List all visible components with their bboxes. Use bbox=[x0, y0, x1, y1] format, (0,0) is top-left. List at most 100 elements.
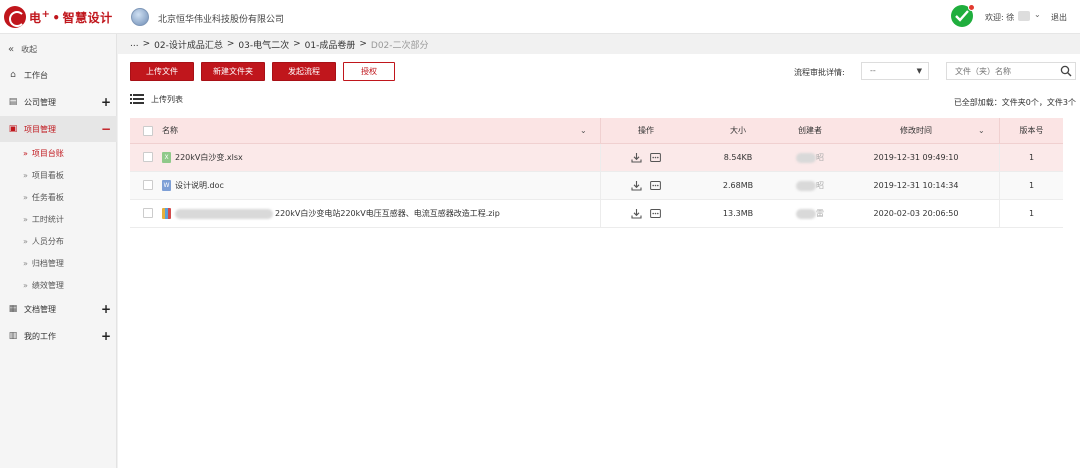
sidebar-sub-label: 项目看板 bbox=[31, 170, 64, 180]
logo-main: 电 bbox=[29, 10, 42, 25]
more-icon[interactable] bbox=[650, 152, 661, 163]
breadcrumb-sep: > bbox=[359, 39, 367, 49]
chevron-right-icon: » bbox=[23, 170, 28, 180]
sidebar-sub-label: 项目台账 bbox=[31, 148, 64, 158]
modified-time: 2020-02-03 20:06:50 bbox=[873, 209, 959, 218]
row-checkbox[interactable] bbox=[143, 152, 153, 162]
sidebar-sub-staff[interactable]: » 人员分布 bbox=[0, 230, 117, 252]
logout-link[interactable]: 退出 bbox=[1051, 12, 1067, 23]
search-icon[interactable] bbox=[1060, 65, 1072, 77]
row-checkbox[interactable] bbox=[143, 208, 153, 218]
creator: 昭 bbox=[784, 144, 836, 171]
sidebar-sub-label: 绩效管理 bbox=[31, 280, 64, 290]
file-size: 2.68MB bbox=[722, 181, 754, 190]
chevron-down-icon[interactable]: ⌄ bbox=[580, 126, 587, 135]
sidebar-item-workbench[interactable]: ⌂ 工作台 bbox=[0, 62, 117, 88]
start-flow-button[interactable]: 发起流程 bbox=[272, 62, 336, 81]
file-size: 13.3MB bbox=[722, 209, 754, 218]
header-modified[interactable]: 修改时间 bbox=[836, 118, 996, 143]
caret-down-icon: ▼ bbox=[916, 67, 922, 75]
document-icon: ▦ bbox=[8, 304, 18, 314]
logo-mark-icon bbox=[4, 6, 26, 28]
creator-tail: 昭 bbox=[816, 153, 824, 162]
breadcrumb-sep: > bbox=[293, 39, 301, 49]
version: 1 bbox=[1028, 153, 1035, 162]
chevron-right-icon: » bbox=[23, 280, 28, 290]
double-chevron-left-icon: « bbox=[8, 43, 15, 55]
sidebar-item-my-work[interactable]: ▥ 我的工作 + bbox=[0, 323, 117, 349]
upload-list-title: 上传列表 bbox=[151, 95, 183, 104]
archive-file-icon bbox=[162, 208, 171, 219]
creator-tail: 昭 bbox=[816, 181, 824, 190]
sidebar-sub-project-board[interactable]: » 项目看板 bbox=[0, 164, 117, 186]
logo-dot: • bbox=[52, 10, 61, 25]
table-header: 名称 ⌄ 操作 大小 创建者 修改时间 ⌄ 版本号 bbox=[130, 118, 1063, 144]
sidebar-sub-archive[interactable]: » 归档管理 bbox=[0, 252, 117, 274]
sidebar-item-label: 公司管理 bbox=[24, 97, 56, 107]
check-status-icon[interactable] bbox=[951, 4, 975, 27]
upload-file-button[interactable]: 上传文件 bbox=[130, 62, 194, 81]
sidebar-sub-performance[interactable]: » 绩效管理 bbox=[0, 274, 117, 296]
sidebar-sub-hours[interactable]: » 工时统计 bbox=[0, 208, 117, 230]
row-actions bbox=[600, 200, 692, 227]
version: 1 bbox=[1028, 209, 1035, 218]
header-name[interactable]: 名称 bbox=[162, 118, 178, 143]
breadcrumb: ... > 02-设计成品汇总 > 03-电气二次 > 01-成品卷册 > D0… bbox=[118, 34, 1080, 54]
sidebar-item-label: 项目管理 bbox=[24, 124, 56, 134]
flow-approval-select[interactable]: -- ▼ bbox=[861, 62, 929, 80]
sidebar-sub-label: 人员分布 bbox=[31, 236, 64, 246]
download-icon[interactable] bbox=[631, 152, 642, 163]
new-folder-button[interactable]: 新建文件夹 bbox=[201, 62, 265, 81]
header-size[interactable]: 大小 bbox=[692, 118, 784, 143]
file-name[interactable]: 220kV白沙变电站220kV电压互感器、电流互感器改造工程.zip bbox=[275, 208, 500, 219]
breadcrumb-root[interactable]: ... bbox=[130, 39, 139, 49]
breadcrumb-item[interactable]: 02-设计成品汇总 bbox=[154, 38, 223, 51]
row-actions bbox=[600, 172, 692, 199]
sidebar-sub-label: 归档管理 bbox=[31, 258, 64, 268]
file-name[interactable]: 220kV白沙变.xlsx bbox=[175, 152, 243, 163]
sidebar-sub-task-board[interactable]: » 任务看板 bbox=[0, 186, 117, 208]
more-icon[interactable] bbox=[650, 208, 661, 219]
more-icon[interactable] bbox=[650, 180, 661, 191]
row-actions bbox=[600, 144, 692, 171]
company-icon: ▤ bbox=[8, 97, 18, 107]
expand-plus-icon[interactable]: + bbox=[101, 302, 111, 316]
download-icon[interactable] bbox=[631, 208, 642, 219]
sidebar-sub-project-ledger[interactable]: » 项目台账 bbox=[0, 142, 117, 164]
collapse-minus-icon[interactable]: − bbox=[101, 122, 111, 136]
download-icon[interactable] bbox=[631, 180, 642, 191]
filename-blur bbox=[175, 208, 273, 219]
chevron-down-icon[interactable]: ⌄ bbox=[1034, 10, 1041, 19]
expand-plus-icon[interactable]: + bbox=[101, 95, 111, 109]
table-row[interactable]: 220kV白沙变电站220kV电压互感器、电流互感器改造工程.zip 13.3M… bbox=[130, 200, 1063, 228]
sidebar-collapse[interactable]: « 收起 bbox=[0, 38, 117, 60]
sidebar-item-project[interactable]: ▣ 项目管理 − bbox=[0, 116, 117, 142]
sidebar-item-company[interactable]: ▤ 公司管理 + bbox=[0, 89, 117, 115]
chevron-down-icon[interactable]: ⌄ bbox=[978, 126, 985, 135]
sidebar-item-label: 我的工作 bbox=[24, 331, 56, 341]
breadcrumb-item[interactable]: 03-电气二次 bbox=[238, 38, 289, 51]
file-search-input[interactable] bbox=[946, 62, 1076, 80]
header-creator[interactable]: 创建者 bbox=[784, 118, 836, 143]
chevron-right-icon: » bbox=[23, 148, 28, 158]
main-content: ... > 02-设计成品汇总 > 03-电气二次 > 01-成品卷册 > D0… bbox=[118, 34, 1080, 468]
authorize-button[interactable]: 授权 bbox=[343, 62, 395, 81]
table-row[interactable]: X 220kV白沙变.xlsx 8.54KB 昭 2019-12-31 09:4… bbox=[130, 144, 1063, 172]
user-name-blur bbox=[1018, 11, 1030, 21]
app-logo[interactable]: 电+ • 智慧设计 bbox=[4, 6, 113, 28]
word-file-icon: W bbox=[162, 180, 171, 191]
breadcrumb-item[interactable]: 01-成品卷册 bbox=[305, 38, 356, 51]
header-version[interactable]: 版本号 bbox=[1000, 118, 1063, 143]
creator: 雷 bbox=[784, 200, 836, 227]
file-name[interactable]: 设计说明.doc bbox=[175, 180, 224, 191]
row-checkbox[interactable] bbox=[143, 180, 153, 190]
header-ops: 操作 bbox=[638, 126, 654, 135]
expand-plus-icon[interactable]: + bbox=[101, 329, 111, 343]
creator-tail: 雷 bbox=[816, 209, 824, 218]
select-all-checkbox[interactable] bbox=[143, 126, 153, 136]
home-icon: ⌂ bbox=[10, 70, 16, 80]
table-row[interactable]: W 设计说明.doc 2.68MB 昭 2019-12-31 10:14:34 … bbox=[130, 172, 1063, 200]
sidebar-item-documents[interactable]: ▦ 文档管理 + bbox=[0, 296, 117, 322]
sidebar: « 收起 ⌂ 工作台 ▤ 公司管理 + ▣ 项目管理 − » 项目台账 » 项目看板… bbox=[0, 34, 117, 468]
company-name: 北京恒华伟业科技股份有限公司 bbox=[158, 15, 285, 25]
